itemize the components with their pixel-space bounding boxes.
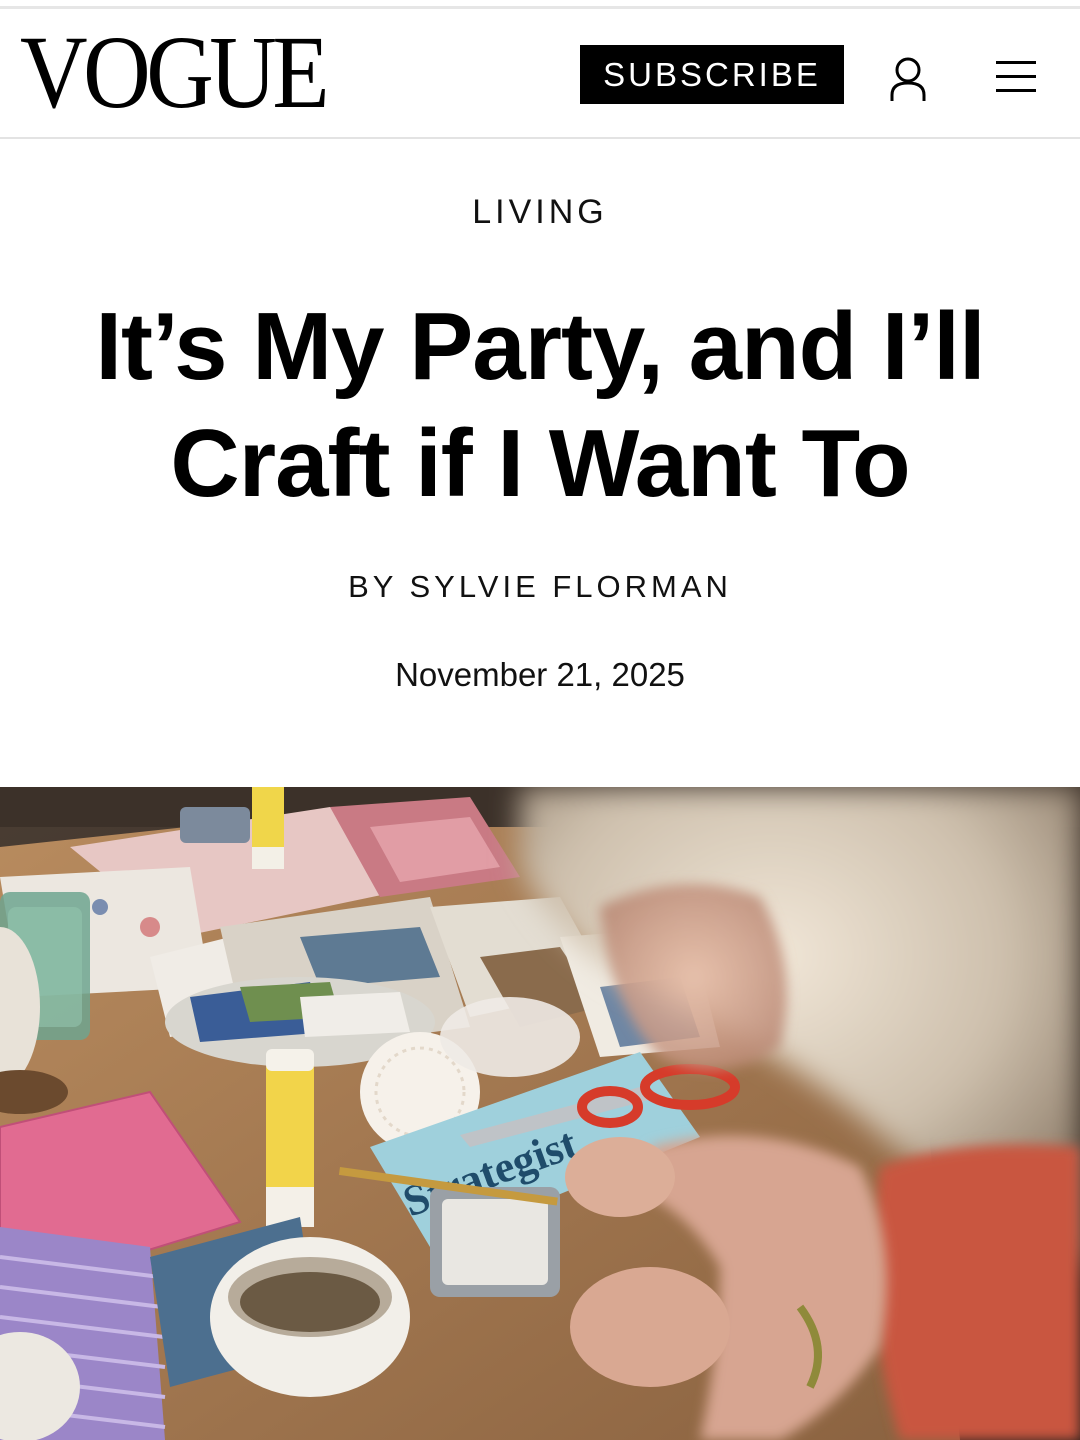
article-headline: It’s My Party, and I’ll Craft if I Want … (95, 293, 985, 517)
menu-button[interactable] (994, 57, 1038, 95)
user-icon (890, 57, 926, 101)
site-header: VOGUE SUBSCRIBE (0, 9, 1080, 139)
hero-image[interactable]: Strategist (0, 787, 1080, 1440)
section-label[interactable]: LIVING (0, 192, 1080, 232)
hamburger-menu-icon (996, 61, 1036, 92)
craft-table-photo: Strategist (0, 787, 1080, 1440)
article-date: November 21, 2025 (395, 656, 685, 693)
article-page: VOGUE SUBSCRIBE LIVING It’s My Party, an… (0, 0, 1080, 1440)
article-byline[interactable]: BY SYLVIE FLORMAN (0, 568, 1080, 606)
vogue-logo[interactable]: VOGUE (20, 21, 330, 125)
subscribe-button[interactable]: SUBSCRIBE (580, 45, 844, 104)
account-button[interactable] (886, 55, 930, 103)
